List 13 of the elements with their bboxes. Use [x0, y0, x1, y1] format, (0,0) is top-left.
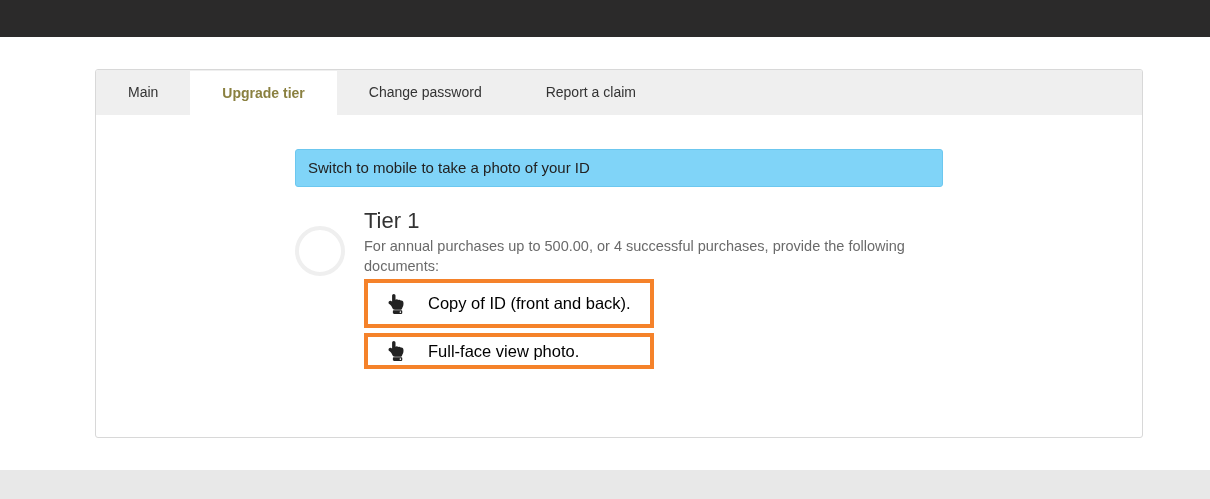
pointing-hand-icon — [388, 341, 404, 361]
document-item[interactable]: Copy of ID (front and back). — [364, 279, 654, 328]
tier-description: For annual purchases up to 500.00, or 4 successful purchases, provide the following documents: — [364, 237, 906, 276]
pointing-hand-icon — [388, 293, 404, 314]
document-item[interactable]: Full-face view photo. — [364, 333, 654, 369]
document-label: Full-face view photo. — [428, 340, 580, 362]
tab[interactable]: Upgrade tier — [190, 71, 337, 116]
tab[interactable]: Change password — [336, 70, 514, 115]
info-alert: Switch to mobile to take a photo of your ID — [295, 149, 943, 187]
tier-title: Tier 1 — [364, 207, 421, 235]
tab[interactable]: Main — [96, 70, 191, 115]
document-label: Copy of ID (front and back). — [428, 293, 631, 315]
tab[interactable]: Report a claim — [513, 70, 668, 115]
